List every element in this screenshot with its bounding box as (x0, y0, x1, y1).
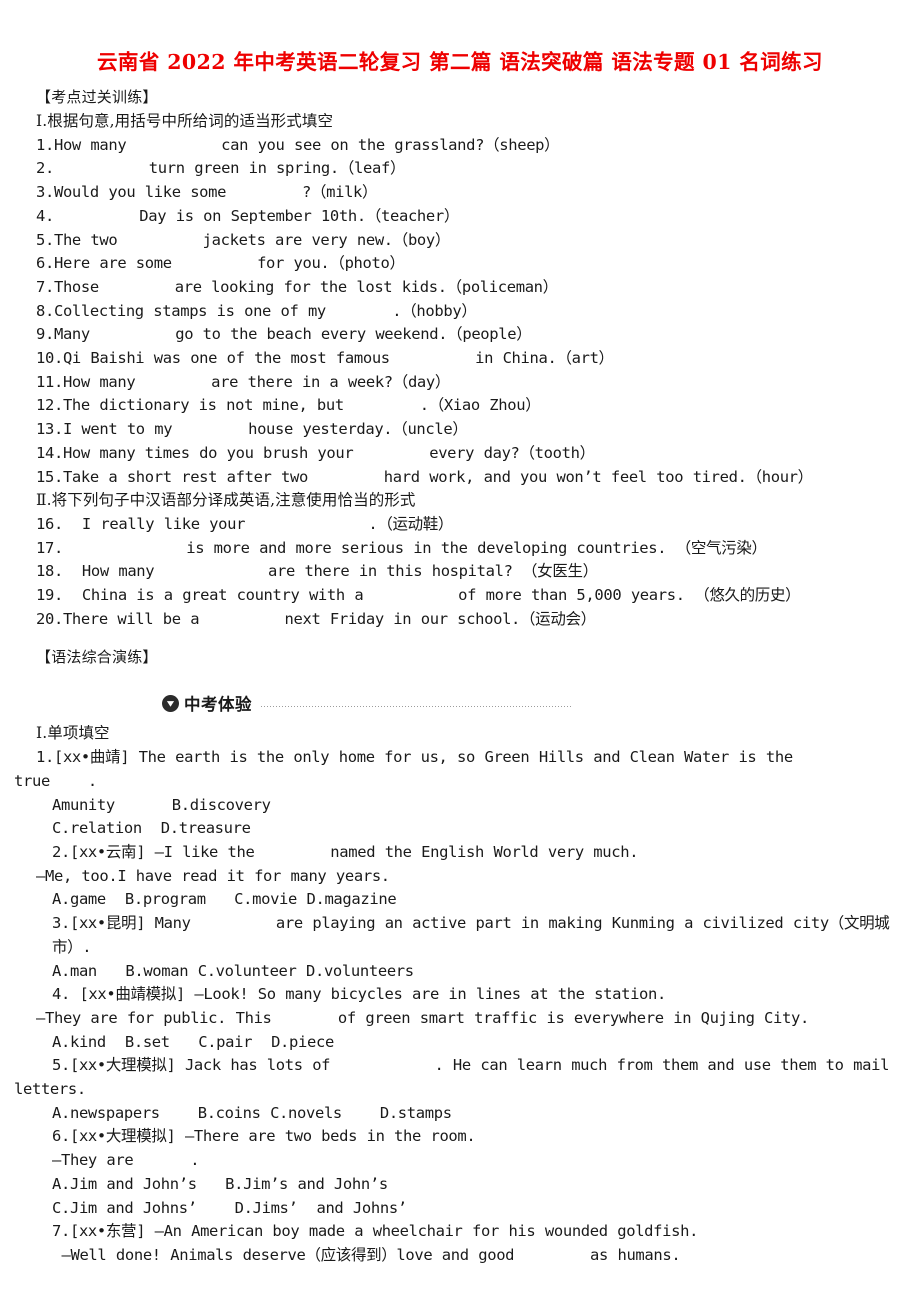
fill-item-15: 15.Take a short rest after two hard work… (36, 467, 813, 486)
fill-item-9: 9.Many go to the beach every weekend.（pe… (36, 325, 532, 344)
zhongkao-experience-label: 中考体验 (184, 695, 252, 715)
choice-q6-stem-line1: 6.[xx•大理模拟] —There are two beds in the r… (52, 1127, 476, 1146)
choice-q6-stem-line2: —They are . (52, 1151, 200, 1170)
fill-item-2: 2. turn green in spring.（leaf） (36, 159, 406, 178)
choice-q4-options-row1: A.kind B.set C.pair D.piece (52, 1032, 334, 1051)
choice-q2-stem-line1: 2.[xx•云南] —I like the named the English … (52, 842, 639, 861)
fill-item-8: 8.Collecting stamps is one of my .（hobby… (36, 301, 477, 320)
choice-q1-options-row1: Amunity B.discovery (52, 795, 271, 814)
zhongkao-experience-banner: 中考体验 (36, 691, 894, 715)
banner-dotted-rule (261, 703, 571, 708)
choice-q6-options-row2: C.Jim and Johns’ D.Jims’ and Johns’ (52, 1198, 407, 1217)
part-i-heading-choice: Ⅰ.单项填空 (36, 724, 110, 743)
translate-item-19: 19. China is a great country with a of m… (36, 586, 801, 605)
translate-item-20: 20.There will be a next Friday in our sc… (36, 609, 596, 628)
choice-q1-stem-line2: true . (14, 771, 97, 790)
choice-q3-stem-line1: 3.[xx•昆明] Many are playing an active par… (52, 914, 890, 956)
fill-item-5: 5.The two jackets are very new.（boy） (36, 230, 451, 249)
fill-item-10: 10.Qi Baishi was one of the most famous … (36, 349, 614, 368)
fill-item-13: 13.I went to my house yesterday.（uncle） (36, 420, 468, 439)
choice-q5-options-row1: A.newspapers B.coins C.novels D.stamps (52, 1103, 452, 1122)
choice-q7-stem-line2: —Well done! Animals deserve（应该得到）love an… (52, 1245, 681, 1264)
choice-q1-options-row2: C.relation D.treasure (52, 819, 251, 838)
fill-item-12: 12.The dictionary is not mine, but .（Xia… (36, 396, 541, 415)
choice-q5-stem-line1: 5.[xx•大理模拟] Jack has lots of . He can le… (52, 1056, 890, 1075)
choice-q2-options-row1: A.game B.program C.movie D.magazine (52, 890, 397, 909)
fill-item-14: 14.How many times do you brush your ever… (36, 443, 595, 462)
document-body: 【考点过关训练】 Ⅰ.根据句意,用括号中所给词的适当形式填空 1.How man… (0, 85, 920, 1268)
choice-q6-options-row1: A.Jim and John’s B.Jim’s and John’s (52, 1174, 388, 1193)
choice-q3-options-row1: A.man B.woman C.volunteer D.volunteers (52, 961, 414, 980)
choice-q1-stem-line1: 1.[xx•曲靖] The earth is the only home for… (36, 748, 793, 767)
part-ii-heading-translate: Ⅱ.将下列句子中汉语部分译成英语,注意使用恰当的形式 (36, 491, 416, 510)
choice-q2-stem-line2: —Me, too.I have read it for many years. (36, 866, 390, 885)
fill-item-1: 1.How many can you see on the grassland?… (36, 135, 560, 154)
fill-item-7: 7.Those are looking for the lost kids.（p… (36, 277, 558, 296)
translate-item-17: 17. is more and more serious in the deve… (36, 538, 767, 557)
fill-item-3: 3.Would you like some ?（milk） (36, 183, 378, 202)
fill-item-6: 6.Here are some for you.（photo） (36, 254, 405, 273)
section-heading-kaodian: 【考点过关训练】 (36, 88, 158, 106)
translate-item-16: 16. I really like your .（运动鞋） (36, 514, 454, 533)
down-triangle-badge-icon (162, 694, 179, 712)
choice-q4-stem-line1: 4. [xx•曲靖模拟] —Look! So many bicycles are… (52, 985, 666, 1004)
page-title: 云南省 2022 年中考英语二轮复习 第二篇 语法突破篇 语法专题 01 名词练… (97, 50, 823, 74)
choice-q4-stem-line2: —They are for public. This of green smar… (36, 1008, 809, 1027)
document-page: 云南省 2022 年中考英语二轮复习 第二篇 语法突破篇 语法专题 01 名词练… (0, 0, 920, 1302)
fill-item-11: 11.How many are there in a week?（day） (36, 372, 451, 391)
fill-item-4: 4. Day is on September 10th.（teacher） (36, 206, 460, 225)
choice-q5-stem-line2: letters. (14, 1080, 86, 1099)
translate-item-18: 18. How many are there in this hospital?… (36, 562, 598, 581)
part-i-heading-fill: Ⅰ.根据句意,用括号中所给词的适当形式填空 (36, 112, 334, 130)
choice-q7-stem-line1: 7.[xx•东营] —An American boy made a wheelc… (52, 1222, 699, 1241)
section-heading-yufa: 【语法综合演练】 (36, 648, 158, 667)
